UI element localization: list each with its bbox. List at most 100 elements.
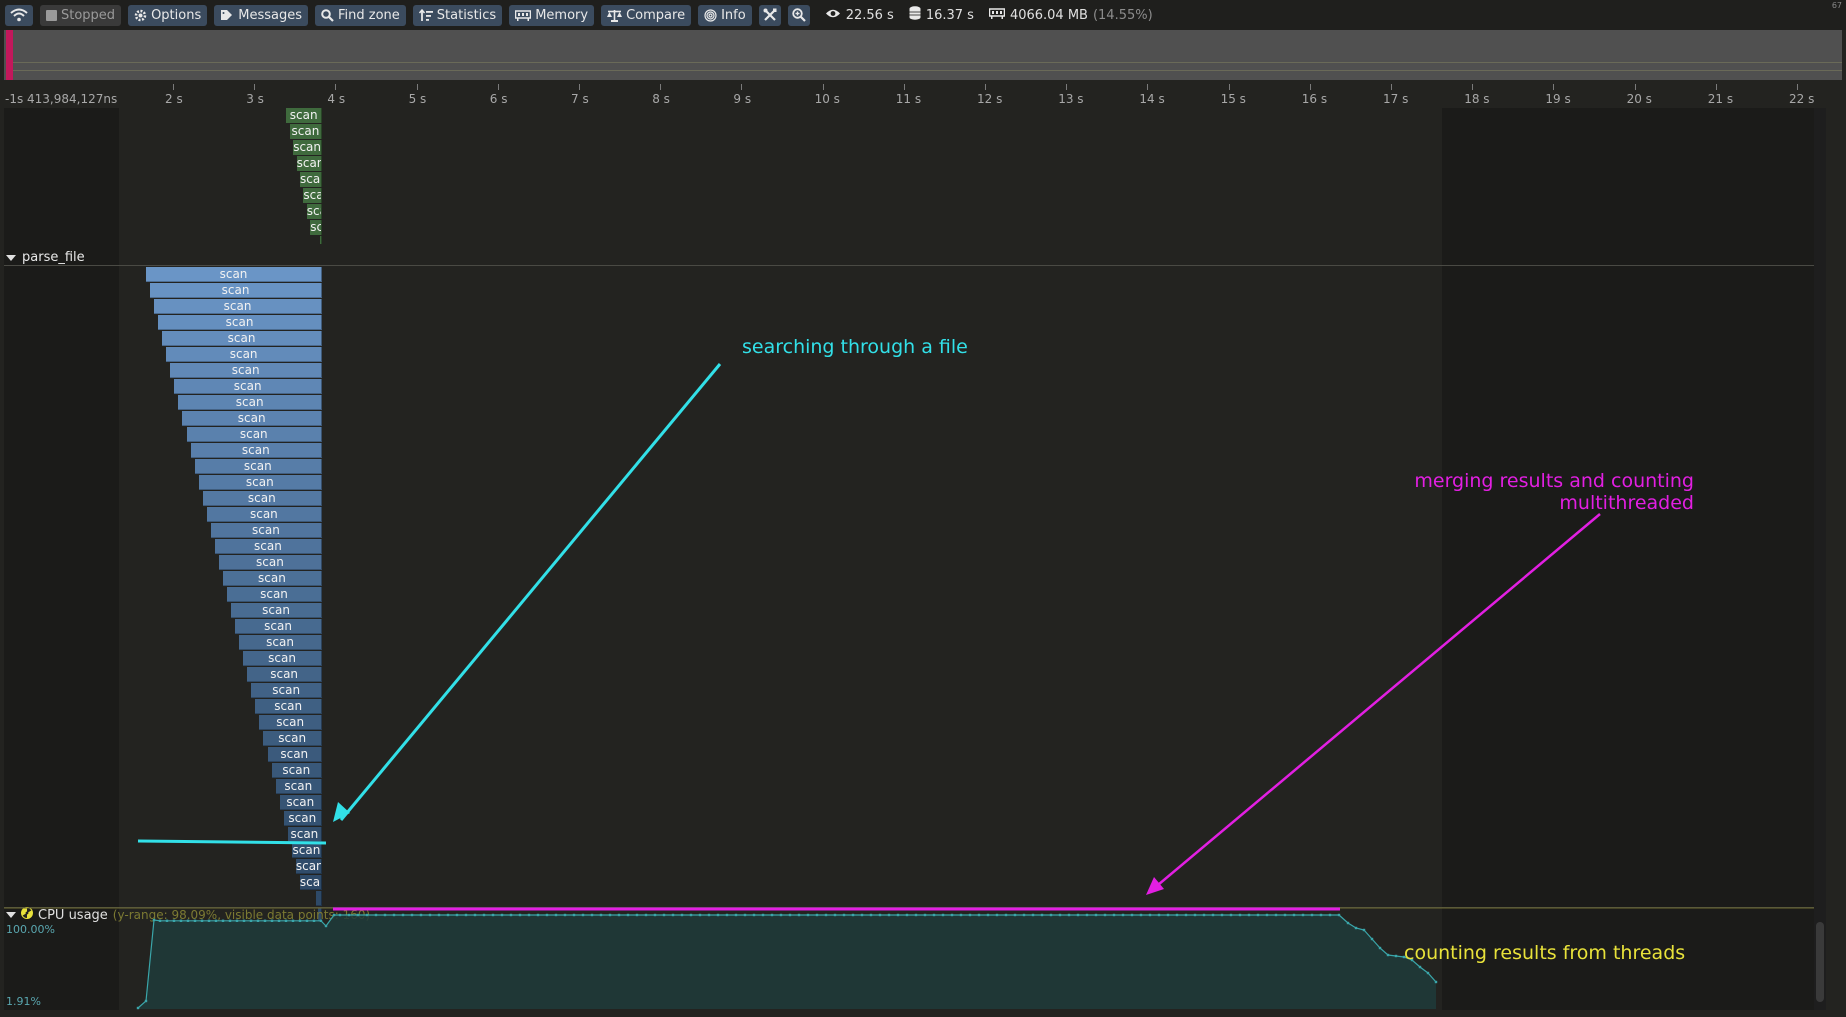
view-time-stat: 22.56 s [825,8,894,23]
info-label: Info [721,7,746,23]
wrench-screwdriver-icon [763,8,777,22]
annotation-searching: searching through a file [742,336,968,358]
statistics-label: Statistics [436,7,497,23]
ruler-tick [335,84,337,90]
scale-balance-icon [607,9,623,22]
gear-icon [134,9,147,22]
messages-button[interactable]: Messages [214,4,308,26]
connection-button[interactable] [5,4,33,26]
ruler-tick [741,84,743,90]
messages-label: Messages [238,7,302,23]
memory-usage-value: 4066.04 MB [1009,7,1088,23]
find-zone-label: Find zone [337,7,400,23]
magnifier-plus-icon [791,8,806,22]
ruler-tick-label: 20 s [1626,92,1652,106]
compare-label: Compare [626,7,686,23]
ruler-tick-label: 5 s [408,92,427,106]
memory-label: Memory [535,7,589,23]
ruler-tick [579,84,580,90]
ruler-tick [1228,84,1230,90]
tools-button[interactable] [758,4,781,26]
ruler-tick [1066,84,1068,90]
statistics-button[interactable]: Statistics [412,4,503,26]
overview-line [13,62,1842,63]
ruler-tick [1553,84,1555,90]
annotation-counting: counting results from threads [1404,942,1686,964]
memory-percent-value: (14.55%) [1092,7,1153,23]
ruler-tick-label: 17 s [1383,92,1409,106]
ruler-tick [416,84,418,90]
ruler-tick-label: 10 s [814,92,840,106]
ruler-tick-label: 15 s [1220,92,1246,106]
ruler-tick-label: 22 s [1789,92,1815,106]
options-button[interactable]: Options [128,4,208,26]
overview-line [13,70,1842,71]
total-time-stat: 16.37 s [909,6,974,24]
annotation-merging-line2: multithreaded [1559,492,1694,514]
ruler-tick-label: 19 s [1545,92,1571,106]
ruler-tick [1309,84,1311,90]
stop-icon [46,9,57,21]
ruler-tick [1797,84,1798,90]
frame-overview[interactable] [4,30,1842,80]
ruler-tick [254,84,256,90]
options-label: Options [151,7,202,23]
ruler-tick [822,84,824,90]
ruler-tick-label: 18 s [1464,92,1490,106]
annotation-overlay [137,363,1601,911]
eye-icon [825,8,841,23]
ruler-tick-label: 2 s [165,92,183,106]
memory-stat: 4066.04 MB (14.55%) [988,7,1153,23]
stopped-label: Stopped [61,7,116,23]
memory-chip-icon [515,9,532,21]
ruler-tick [1715,84,1717,90]
ruler-tick [1391,84,1392,90]
timeline-view[interactable]: scanscanscanscanscanscanscanscanscan par… [4,108,1826,1010]
fingerprint-icon [704,8,717,22]
cyan-underline [137,839,327,845]
ruler-tick-label: 9 s [733,92,752,106]
ruler-tick [660,84,662,90]
sort-amount-icon [418,8,433,22]
view-time-value: 22.56 s [845,7,894,23]
ruler-tick-label: 12 s [977,92,1003,106]
ruler-tick-label: 21 s [1707,92,1734,106]
find-zone-button[interactable]: Find zone [314,4,406,26]
ruler-tick [497,84,499,90]
wifi-icon [10,8,28,22]
fps-counter: 67 [1831,1,1842,10]
ruler-tick [1147,84,1149,90]
memory-icon [988,7,1006,23]
zoom-button[interactable] [787,4,810,26]
cyan-arrow [333,363,722,822]
compare-button[interactable]: Compare [601,4,692,26]
total-time-value: 16.37 s [925,7,974,23]
ruler-tick [1472,84,1474,90]
ruler-tick [1634,84,1636,90]
ruler-offset-label: -1s 413,984,127ns [5,92,118,106]
tags-icon [220,9,234,21]
time-ruler[interactable]: -1s 413,984,127ns 2 s 3 s 4 s 5 s 6 s 7 s 8 s 9… [0,84,1846,106]
frame-marker[interactable] [6,30,13,80]
ruler-tick-label: 14 s [1139,92,1165,106]
ruler-tick-label: 3 s [246,92,264,106]
search-icon [321,8,334,22]
stopped-button[interactable]: Stopped [40,4,122,26]
annotation-merging-line1: merging results and counting [1414,470,1694,492]
toolbar: Stopped Options Messages Find zone Stati… [0,0,1846,30]
ruler-tick-label: 13 s [1058,92,1084,106]
magenta-arrow [1146,513,1601,895]
ruler-tick-label: 8 s [652,92,670,106]
database-icon [909,6,921,24]
annotation-merging: merging results and counting multithread… [1394,470,1694,514]
ruler-tick-label: 4 s [327,92,346,106]
ruler-tick-label: 16 s [1301,92,1328,106]
ruler-tick [985,84,986,90]
ruler-tick-label: 11 s [895,92,922,106]
ruler-tick-label: 7 s [571,92,589,106]
ruler-tick [903,84,905,90]
ruler-tick [173,84,174,90]
ruler-tick-label: 6 s [489,92,508,106]
memory-button[interactable]: Memory [509,4,595,26]
info-button[interactable]: Info [698,4,752,26]
